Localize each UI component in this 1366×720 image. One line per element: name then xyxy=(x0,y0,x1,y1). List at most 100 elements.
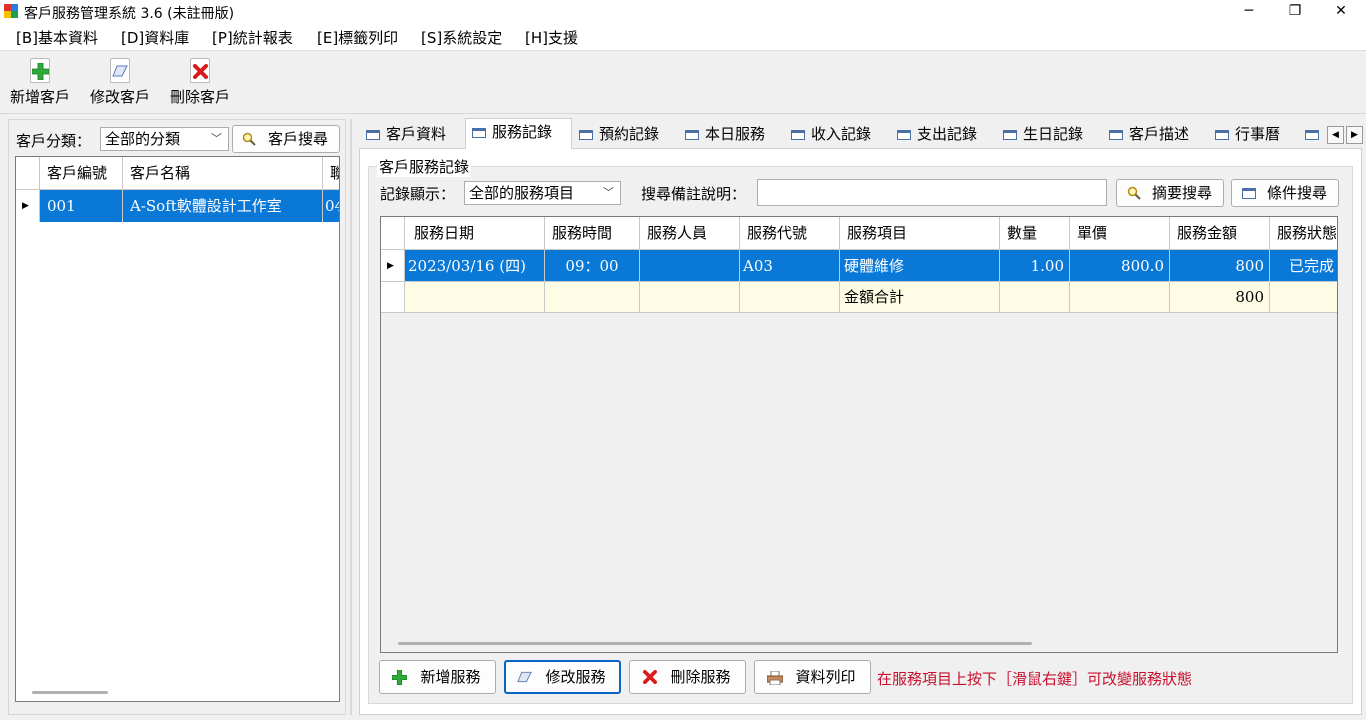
amount-cell[interactable]: 800 xyxy=(1170,250,1270,281)
col-service-item[interactable]: 服務項目 xyxy=(840,217,1000,249)
menu-basic-data[interactable]: [B]基本資料 xyxy=(16,27,98,48)
status-cell[interactable]: 已完成 xyxy=(1270,250,1337,281)
delete-x-icon xyxy=(188,58,212,84)
menu-label-print[interactable]: [E]標籤列印 xyxy=(317,27,398,48)
menu-database[interactable]: [D]資料庫 xyxy=(121,27,189,48)
col-amount[interactable]: 服務金額 xyxy=(1170,217,1270,249)
condition-search-button[interactable]: 條件搜尋 xyxy=(1231,179,1339,207)
maximize-button[interactable]: ❐ xyxy=(1272,0,1318,23)
table-icon xyxy=(1215,130,1229,140)
menu-settings[interactable]: [S]系統設定 xyxy=(421,27,502,48)
chevron-down-icon: ﹀ xyxy=(211,132,222,145)
add-service-button[interactable]: 新增服務 xyxy=(379,660,496,694)
tab-today-service[interactable]: 本日服務 xyxy=(679,121,765,149)
tab-service-records[interactable]: 服務記錄 xyxy=(465,118,572,149)
col-service-date[interactable]: 服務日期 xyxy=(405,217,545,249)
category-label: 客戶分類： xyxy=(16,132,92,150)
table-row[interactable]: ▶ 2023/03/16 (四) 09：00 A03 硬體維修 1.00 800… xyxy=(381,250,1337,282)
search-icon xyxy=(242,132,256,146)
app-icon xyxy=(4,4,18,18)
col-unit-price[interactable]: 單價 xyxy=(1070,217,1170,249)
add-customer-button[interactable]: 新增客戶 xyxy=(2,58,78,107)
customer-contact-cell[interactable]: 04 xyxy=(323,190,339,222)
horizontal-scrollbar[interactable] xyxy=(398,642,1032,645)
table-icon xyxy=(1242,188,1256,199)
table-icon xyxy=(579,130,593,140)
tab-customer-data[interactable]: 客戶資料 xyxy=(360,121,446,149)
window-title: 客戶服務管理系統 3.6 (未註冊版) xyxy=(24,6,235,22)
splitter[interactable] xyxy=(350,119,352,715)
row-pointer-icon: ▶ xyxy=(387,261,394,271)
menu-reports[interactable]: [P]統計報表 xyxy=(212,27,293,48)
delete-service-button[interactable]: 刪除服務 xyxy=(629,660,746,694)
service-time-cell[interactable]: 09：00 xyxy=(545,250,640,281)
unit-price-cell[interactable]: 800.0 xyxy=(1070,250,1170,281)
tab-calendar[interactable]: 行事曆 xyxy=(1209,121,1280,149)
eraser-icon xyxy=(517,671,532,683)
edit-customer-label: 修改客戶 xyxy=(89,88,150,106)
edit-customer-button[interactable]: 修改客戶 xyxy=(82,58,158,107)
add-icon xyxy=(28,58,52,84)
minimize-button[interactable]: ─ xyxy=(1226,0,1272,23)
delete-service-label: 刪除服務 xyxy=(670,668,731,686)
add-icon xyxy=(392,670,407,685)
tab-scroll-right-button[interactable]: ▶ xyxy=(1346,126,1363,144)
quantity-cell[interactable]: 1.00 xyxy=(1000,250,1070,281)
total-label-cell: 金額合計 xyxy=(840,282,1000,312)
tab-birthday[interactable]: 生日記錄 xyxy=(997,121,1083,149)
service-code-cell[interactable]: A03 xyxy=(740,250,840,281)
print-data-button[interactable]: 資料列印 xyxy=(754,660,871,694)
tab-more[interactable] xyxy=(1299,121,1323,149)
summary-search-label: 摘要搜尋 xyxy=(1151,184,1212,202)
print-data-label: 資料列印 xyxy=(795,668,856,686)
table-row[interactable]: ▶ 001 A-Soft軟體設計工作室 04 xyxy=(16,190,339,222)
col-quantity[interactable]: 數量 xyxy=(1000,217,1070,249)
title-bar: 客戶服務管理系統 3.6 (未註冊版) ─ ❐ ✕ xyxy=(0,0,1366,23)
service-item-cell[interactable]: 硬體維修 xyxy=(840,250,1000,281)
summary-search-button[interactable]: 摘要搜尋 xyxy=(1116,179,1224,207)
edit-service-button[interactable]: 修改服務 xyxy=(504,660,621,694)
tab-scroll-left-button[interactable]: ◀ xyxy=(1327,126,1344,144)
service-staff-cell[interactable] xyxy=(640,250,740,281)
customer-grid-header: 客戶編號 客戶名稱 聯 xyxy=(16,157,339,190)
horizontal-scrollbar[interactable] xyxy=(32,691,108,694)
service-filter-value: 全部的服務項目 xyxy=(469,184,575,202)
col-service-code[interactable]: 服務代號 xyxy=(740,217,840,249)
col-service-staff[interactable]: 服務人員 xyxy=(640,217,740,249)
col-contact[interactable]: 聯 xyxy=(323,157,339,189)
condition-search-label: 條件搜尋 xyxy=(1266,184,1327,202)
tab-appointments[interactable]: 預約記錄 xyxy=(573,121,659,149)
printer-icon xyxy=(767,671,783,685)
toolbar: 新增客戶 修改客戶 刪除客戶 xyxy=(0,52,1366,114)
table-icon xyxy=(1305,130,1319,140)
customer-name-cell[interactable]: A-Soft軟體設計工作室 xyxy=(123,190,323,222)
category-select[interactable]: 全部的分類 ﹀ xyxy=(100,127,229,151)
service-date-cell[interactable]: 2023/03/16 (四) xyxy=(405,250,545,281)
row-pointer-icon: ▶ xyxy=(22,201,29,211)
tab-expense[interactable]: 支出記錄 xyxy=(891,121,977,149)
col-status[interactable]: 服務狀態 xyxy=(1270,217,1337,249)
remark-search-input[interactable] xyxy=(757,179,1107,206)
service-grid: 服務日期 服務時間 服務人員 服務代號 服務項目 數量 單價 服務金額 服務狀態… xyxy=(380,216,1338,653)
close-button[interactable]: ✕ xyxy=(1318,0,1364,23)
show-label: 記錄顯示： xyxy=(380,185,456,203)
col-customer-id[interactable]: 客戶編號 xyxy=(40,157,123,189)
customer-id-cell[interactable]: 001 xyxy=(40,190,123,222)
tab-income[interactable]: 收入記錄 xyxy=(785,121,871,149)
customer-search-label: 客戶搜尋 xyxy=(267,130,328,148)
total-row: 金額合計 800 xyxy=(381,282,1337,313)
table-icon xyxy=(1109,130,1123,140)
menu-bar: [B]基本資料 [D]資料庫 [P]統計報表 [E]標籤列印 [S]系統設定 [… xyxy=(0,23,1366,51)
tab-customer-description[interactable]: 客戶描述 xyxy=(1103,121,1189,149)
menu-support[interactable]: [H]支援 xyxy=(525,27,578,48)
col-customer-name[interactable]: 客戶名稱 xyxy=(123,157,323,189)
customer-grid: 客戶編號 客戶名稱 聯 ▶ 001 A-Soft軟體設計工作室 04 xyxy=(15,156,340,702)
col-service-time[interactable]: 服務時間 xyxy=(545,217,640,249)
add-service-label: 新增服務 xyxy=(420,668,481,686)
customer-search-button[interactable]: 客戶搜尋 xyxy=(232,125,340,153)
table-icon xyxy=(472,128,486,138)
add-customer-label: 新增客戶 xyxy=(9,88,70,106)
category-value: 全部的分類 xyxy=(105,130,181,148)
service-filter-select[interactable]: 全部的服務項目 ﹀ xyxy=(464,181,621,205)
delete-customer-button[interactable]: 刪除客戶 xyxy=(162,58,238,107)
